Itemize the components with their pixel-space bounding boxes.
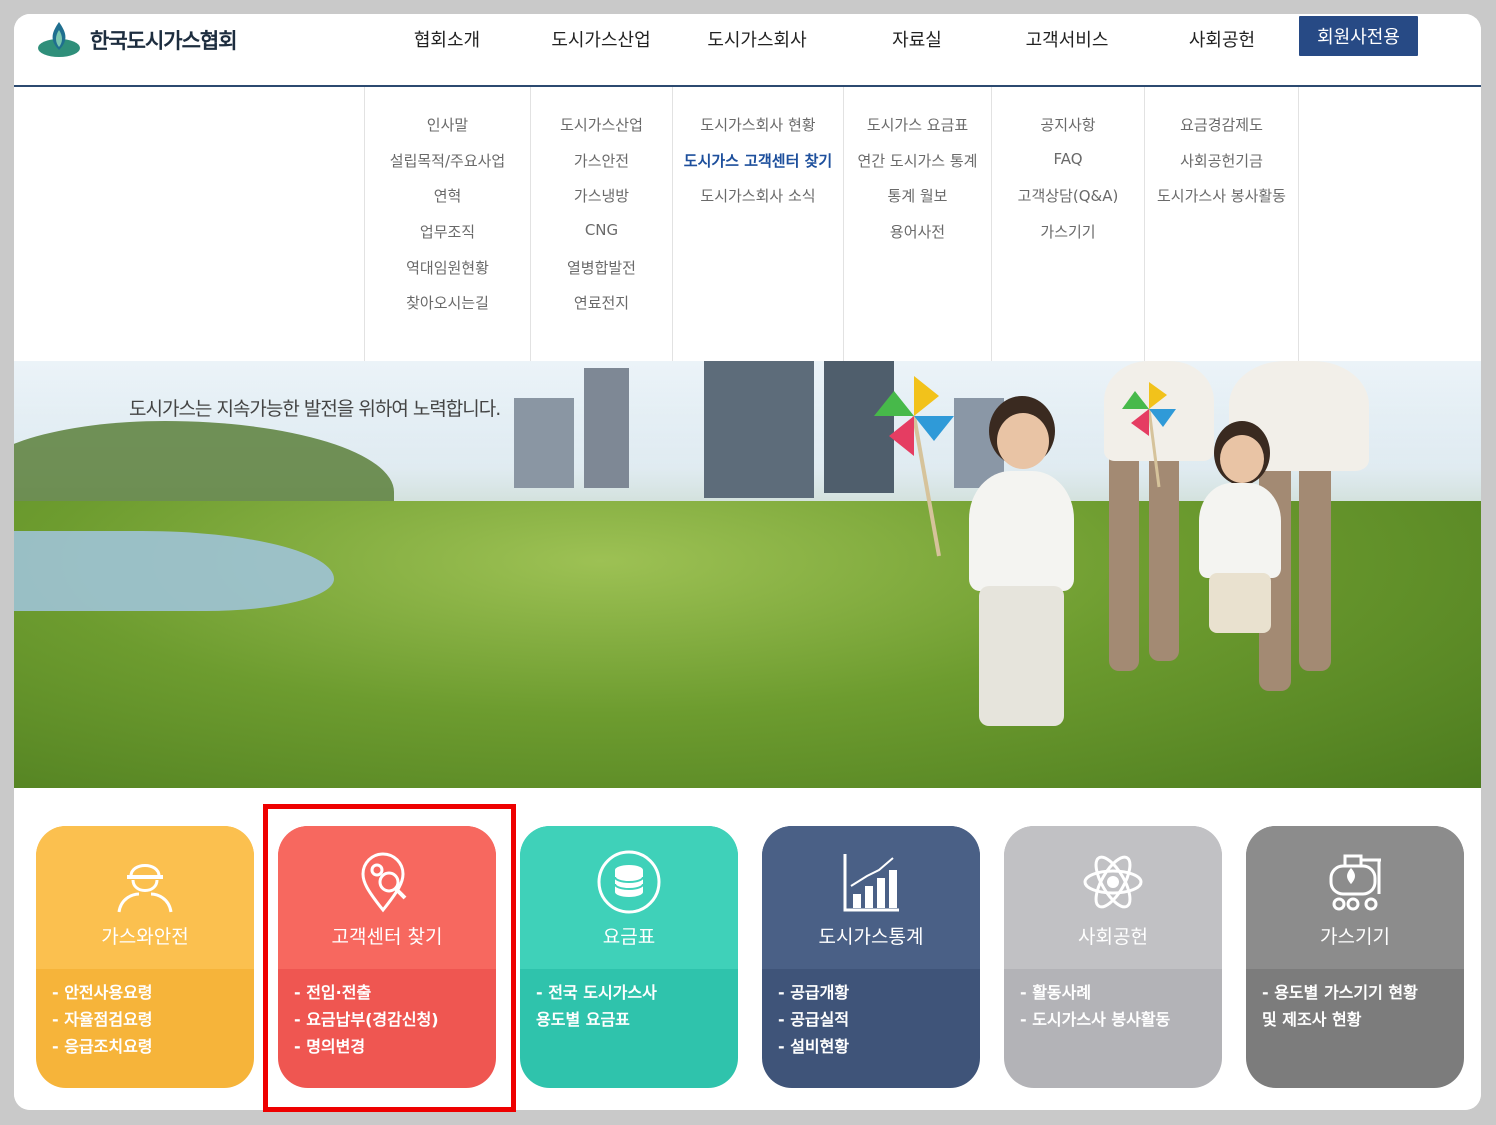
menu-item[interactable]: 연료전지 bbox=[531, 292, 672, 313]
menu-item[interactable]: 설립목적/주요사업 bbox=[365, 150, 530, 171]
card-link[interactable]: - 전국 도시가스사 bbox=[536, 979, 722, 1006]
menu-item[interactable]: 연간 도시가스 통계 bbox=[844, 150, 991, 171]
menu-column-social-contribution: 요금경감제도 사회공헌기금 도시가스사 봉사활동 bbox=[1144, 87, 1299, 361]
nav-archive[interactable]: 자료실 bbox=[842, 26, 992, 52]
card-header: 요금표 bbox=[520, 826, 738, 969]
quick-link-cards: 가스와안전 - 안전사용요령 - 자율점검요령 - 응급조치요령 고객센터 찾기… bbox=[14, 788, 1481, 1110]
menu-column-gas-industry: 도시가스산업 가스안전 가스냉방 CNG 열병합발전 연료전지 bbox=[530, 87, 672, 361]
members-only-button[interactable]: 회원사전용 bbox=[1299, 16, 1418, 56]
card-link[interactable]: - 설비현황 bbox=[778, 1033, 964, 1060]
menu-column-association: 인사말 설립목적/주요사업 연혁 업무조직 역대임원현황 찾아오시는길 bbox=[364, 87, 530, 361]
main-nav: 협회소개 도시가스산업 도시가스회사 자료실 고객서비스 사회공헌 회원사전용 bbox=[14, 14, 1481, 87]
menu-item[interactable]: 가스냉방 bbox=[531, 185, 672, 206]
menu-item[interactable]: 인사말 bbox=[365, 114, 530, 135]
pinwheel-icon bbox=[1122, 382, 1176, 488]
menu-item[interactable]: 도시가스 요금표 bbox=[844, 114, 991, 135]
highlight-box bbox=[263, 804, 516, 1112]
menu-item[interactable]: 사회공헌기금 bbox=[1145, 150, 1298, 171]
card-title: 가스기기 bbox=[1320, 926, 1390, 948]
browser-viewport: 한국도시가스협회 협회소개 도시가스산업 도시가스회사 자료실 고객서비스 사회… bbox=[14, 14, 1481, 1110]
worker-helmet-icon bbox=[117, 864, 173, 913]
menu-item[interactable]: CNG bbox=[531, 221, 672, 239]
menu-item[interactable]: 용어사전 bbox=[844, 221, 991, 242]
card-link[interactable]: 및 제조사 현황 bbox=[1262, 1006, 1448, 1033]
nav-gas-industry[interactable]: 도시가스산업 bbox=[526, 26, 676, 52]
menu-item[interactable]: 공지사항 bbox=[992, 114, 1144, 135]
menu-item[interactable]: 업무조직 bbox=[365, 221, 530, 242]
menu-column-gas-companies: 도시가스회사 현황 도시가스 고객센터 찾기 도시가스회사 소식 bbox=[672, 87, 843, 361]
card-link[interactable]: - 공급실적 bbox=[778, 1006, 964, 1033]
menu-item[interactable]: 연혁 bbox=[365, 185, 530, 206]
card-gas-appliances[interactable]: 가스기기 - 용도별 가스기기 현황 및 제조사 현황 bbox=[1246, 826, 1464, 1088]
menu-item[interactable]: 도시가스산업 bbox=[531, 114, 672, 135]
menu-item[interactable]: 통계 월보 bbox=[844, 185, 991, 206]
nav-customer-service[interactable]: 고객서비스 bbox=[992, 26, 1142, 52]
nav-social-contribution[interactable]: 사회공헌 bbox=[1147, 26, 1297, 52]
girl-face bbox=[1220, 435, 1264, 483]
girl-shirt bbox=[1199, 483, 1281, 578]
boy-pants bbox=[979, 586, 1064, 726]
nav-gas-companies[interactable]: 도시가스회사 bbox=[682, 26, 832, 52]
card-link[interactable]: - 자율점검요령 bbox=[52, 1006, 238, 1033]
card-header: 가스기기 bbox=[1246, 826, 1464, 969]
building bbox=[514, 398, 574, 488]
card-header: 사회공헌 bbox=[1004, 826, 1222, 969]
pinwheel-icon bbox=[874, 376, 954, 557]
card-links: - 공급개황 - 공급실적 - 설비현황 bbox=[762, 969, 980, 1070]
menu-item-customer-center-active[interactable]: 도시가스 고객센터 찾기 bbox=[673, 150, 843, 171]
card-link[interactable]: - 응급조치요령 bbox=[52, 1033, 238, 1060]
card-links: - 용도별 가스기기 현황 및 제조사 현황 bbox=[1246, 969, 1464, 1043]
card-link[interactable]: - 안전사용요령 bbox=[52, 979, 238, 1006]
card-header: 도시가스통계 bbox=[762, 826, 980, 969]
girl-shorts bbox=[1209, 573, 1271, 633]
card-link[interactable]: - 활동사례 bbox=[1020, 979, 1206, 1006]
card-links: - 활동사례 - 도시가스사 봉사활동 bbox=[1004, 969, 1222, 1043]
boy-face bbox=[997, 413, 1049, 469]
card-header: 가스와안전 bbox=[36, 826, 254, 969]
mega-dropdown-menu: 인사말 설립목적/주요사업 연혁 업무조직 역대임원현황 찾아오시는길 도시가스… bbox=[14, 87, 1481, 361]
menu-item[interactable]: 도시가스회사 소식 bbox=[673, 185, 843, 206]
menu-item[interactable]: 역대임원현황 bbox=[365, 257, 530, 278]
card-gas-safety[interactable]: 가스와안전 - 안전사용요령 - 자율점검요령 - 응급조치요령 bbox=[36, 826, 254, 1088]
card-title: 도시가스통계 bbox=[818, 926, 924, 948]
building bbox=[704, 361, 814, 498]
site-header: 한국도시가스협회 협회소개 도시가스산업 도시가스회사 자료실 고객서비스 사회… bbox=[14, 14, 1481, 87]
hero-banner: 도시가스는 지속가능한 발전을 위하여 노력합니다. bbox=[14, 361, 1481, 788]
card-gas-statistics[interactable]: 도시가스통계 - 공급개황 - 공급실적 - 설비현황 bbox=[762, 826, 980, 1088]
building bbox=[584, 368, 629, 488]
menu-column-customer-service: 공지사항 FAQ 고객상담(Q&A) 가스기기 bbox=[991, 87, 1144, 361]
menu-item[interactable]: 가스안전 bbox=[531, 150, 672, 171]
menu-item[interactable]: 열병합발전 bbox=[531, 257, 672, 278]
card-link[interactable]: - 공급개황 bbox=[778, 979, 964, 1006]
menu-item[interactable]: 가스기기 bbox=[992, 221, 1144, 242]
tank-truck-icon bbox=[1329, 854, 1381, 911]
card-title: 요금표 bbox=[602, 926, 656, 948]
nav-association[interactable]: 협회소개 bbox=[372, 26, 522, 52]
hero-tagline: 도시가스는 지속가능한 발전을 위하여 노력합니다. bbox=[129, 398, 501, 420]
card-title: 사회공헌 bbox=[1078, 926, 1148, 948]
menu-column-archive: 도시가스 요금표 연간 도시가스 통계 통계 월보 용어사전 bbox=[843, 87, 991, 361]
menu-item[interactable]: 찾아오시는길 bbox=[365, 292, 530, 313]
boy-shirt bbox=[969, 471, 1074, 591]
menu-item[interactable]: 도시가스사 봉사활동 bbox=[1145, 185, 1298, 206]
card-rate-table[interactable]: 요금표 - 전국 도시가스사 용도별 요금표 bbox=[520, 826, 738, 1088]
menu-item[interactable]: 고객상담(Q&A) bbox=[992, 185, 1144, 206]
card-links: - 안전사용요령 - 자율점검요령 - 응급조치요령 bbox=[36, 969, 254, 1070]
card-link[interactable]: - 도시가스사 봉사활동 bbox=[1020, 1006, 1206, 1033]
card-links: - 전국 도시가스사 용도별 요금표 bbox=[520, 969, 738, 1043]
card-link[interactable]: 용도별 요금표 bbox=[536, 1006, 722, 1033]
adult-figure bbox=[1299, 456, 1331, 671]
card-title: 가스와안전 bbox=[101, 926, 189, 948]
card-social-contribution[interactable]: 사회공헌 - 활동사례 - 도시가스사 봉사활동 bbox=[1004, 826, 1222, 1088]
atom-icon bbox=[1083, 855, 1143, 909]
card-link[interactable]: - 용도별 가스기기 현황 bbox=[1262, 979, 1448, 1006]
database-coin-icon bbox=[597, 850, 661, 914]
menu-item[interactable]: 도시가스회사 현황 bbox=[673, 114, 843, 135]
bar-chart-icon bbox=[843, 854, 899, 912]
menu-item[interactable]: FAQ bbox=[992, 150, 1144, 168]
menu-item[interactable]: 요금경감제도 bbox=[1145, 114, 1298, 135]
